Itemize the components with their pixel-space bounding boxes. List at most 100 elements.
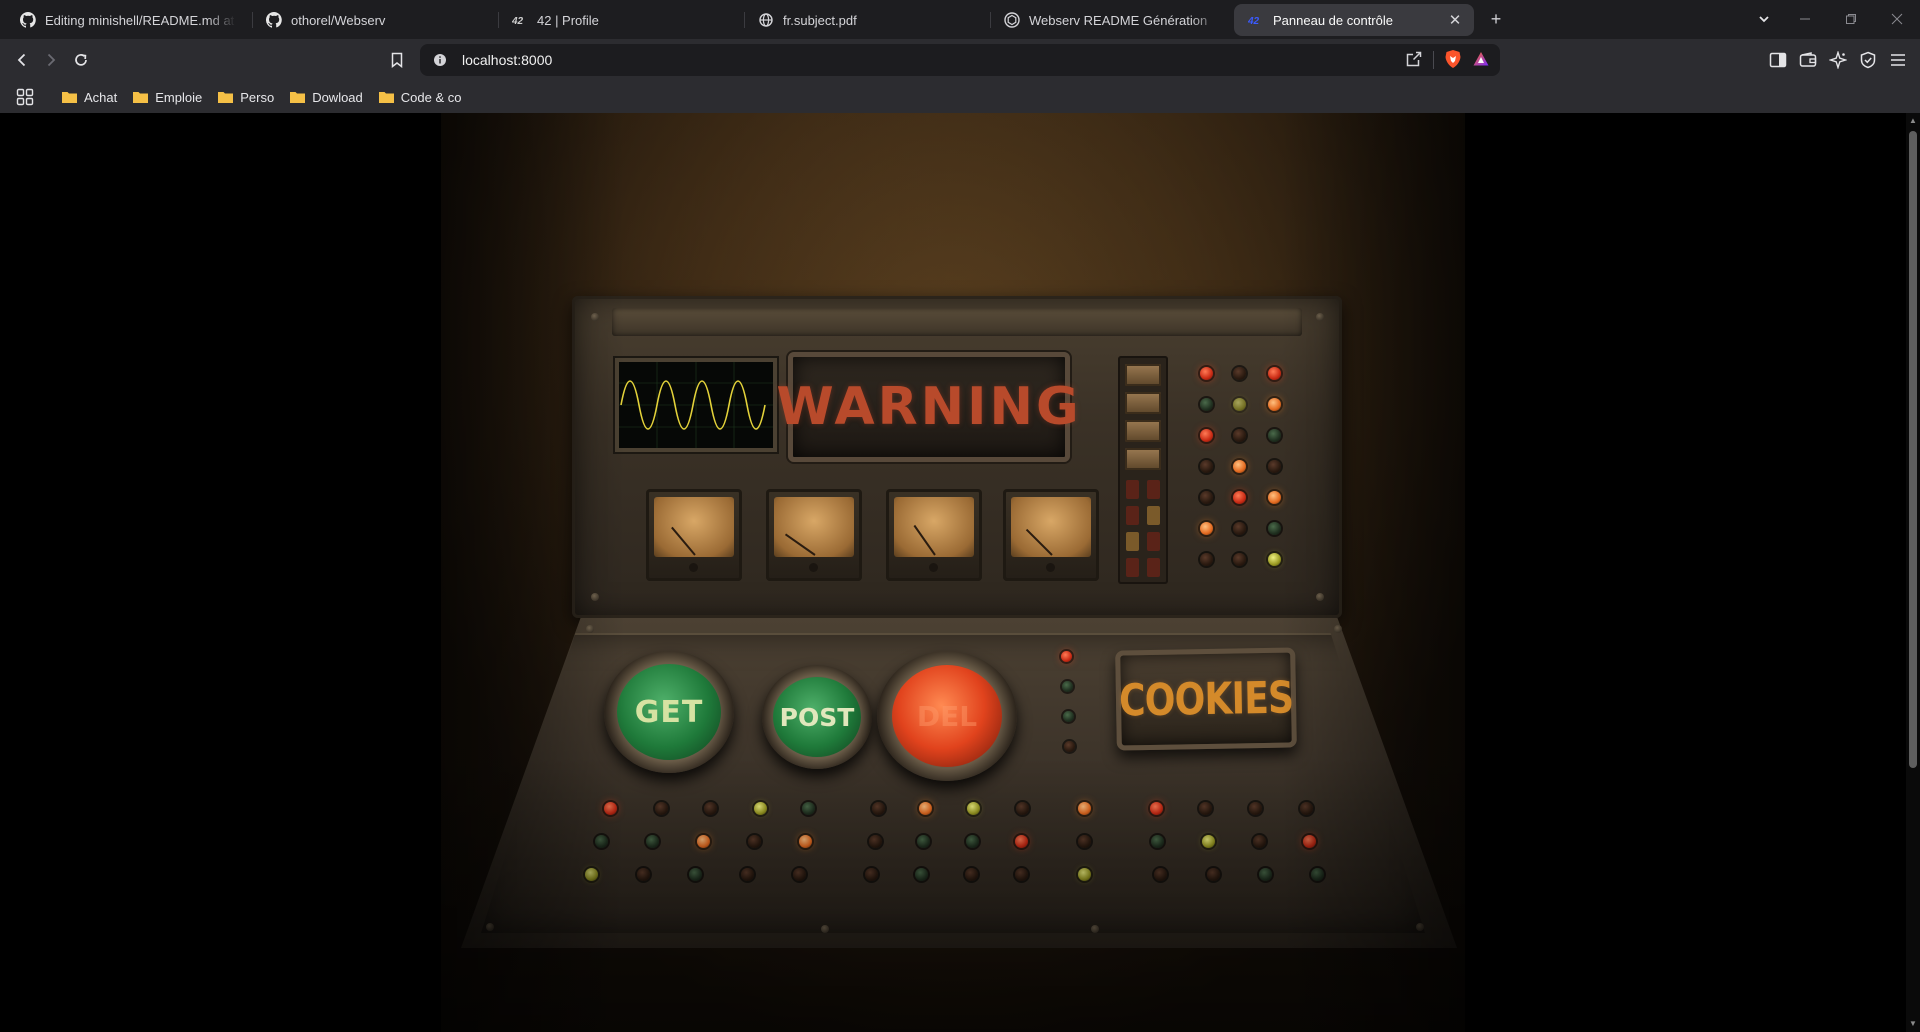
tab-othorel-webserv[interactable]: othorel/Webserv (252, 4, 492, 36)
bookmark-folder-emploie[interactable]: Emploie (133, 90, 202, 105)
indicator-light (1253, 835, 1266, 848)
restore-icon[interactable] (1829, 6, 1873, 32)
get-button[interactable]: GET (604, 651, 734, 773)
gauge-knob (809, 563, 818, 572)
back-icon[interactable] (9, 47, 35, 73)
analog-gauge (886, 489, 982, 581)
scroll-down-icon[interactable]: ▼ (1908, 1019, 1918, 1029)
indicator-light (1064, 741, 1075, 752)
indicator-light (1199, 802, 1212, 815)
minimize-icon[interactable] (1783, 6, 1827, 32)
cookies-button[interactable]: COOKIES (1115, 647, 1297, 751)
indicator-light (1268, 553, 1281, 566)
indicator-light (1200, 491, 1213, 504)
site-info-icon[interactable] (432, 52, 448, 68)
switch-bank (1118, 356, 1168, 584)
gauge-knob (929, 563, 938, 572)
fuse (1147, 532, 1160, 551)
indicator-light (585, 868, 598, 881)
indicator-light (595, 835, 608, 848)
indicator-light (799, 835, 812, 848)
sidebar-icon[interactable] (1765, 47, 1791, 73)
tab-minishell-readme[interactable]: Editing minishell/README.md at main (6, 4, 246, 36)
reload-icon[interactable] (68, 47, 94, 73)
tab-webserv-readme-generation[interactable]: Webserv README Génération (990, 4, 1230, 36)
forward-icon[interactable] (38, 47, 64, 73)
apps-grid-icon[interactable] (16, 88, 34, 106)
post-button[interactable]: POST (762, 665, 872, 769)
github-icon (20, 12, 36, 28)
rivet (591, 593, 599, 601)
delete-button[interactable]: DEL (877, 651, 1017, 781)
github-icon (266, 12, 282, 28)
tab-panneau-de-controle[interactable]: 42 Panneau de contrôle ✕ (1234, 4, 1474, 36)
indicator-light (1233, 553, 1246, 566)
tab-title: Panneau de contrôle (1273, 12, 1393, 28)
page-scrollbar[interactable]: ▲ ▼ (1906, 113, 1920, 1032)
brave-rewards-icon[interactable] (1472, 50, 1490, 71)
scrollbar-thumb[interactable] (1909, 131, 1917, 768)
indicator-light (1063, 711, 1074, 722)
indicator-light (1062, 681, 1073, 692)
fuse (1147, 480, 1160, 499)
tab-title: Editing minishell/README.md at main (45, 12, 236, 28)
tab-search-chevron-icon[interactable] (1742, 6, 1786, 32)
oscilloscope-screen (615, 358, 777, 452)
rivet (586, 625, 594, 633)
indicator-light (1202, 835, 1215, 848)
toggle-switch (1125, 392, 1161, 414)
button-cap: GET (617, 664, 721, 760)
indicator-light (965, 868, 978, 881)
tab-42-profile[interactable]: 42 42 | Profile (498, 4, 738, 36)
new-tab-button[interactable]: + (1484, 7, 1508, 31)
indicator-light (1207, 868, 1220, 881)
rivet (486, 923, 494, 931)
indicator-light (865, 868, 878, 881)
share-icon[interactable] (1405, 50, 1423, 71)
menu-icon[interactable] (1885, 47, 1911, 73)
tab-fr-subject-pdf[interactable]: fr.subject.pdf (744, 4, 984, 36)
wallet-icon[interactable] (1795, 47, 1821, 73)
button-cap: DEL (892, 665, 1002, 767)
tab-title: othorel/Webserv (291, 12, 386, 28)
indicator-light (1303, 835, 1316, 848)
gauge-face (654, 497, 734, 557)
gauge-needle (671, 526, 696, 556)
indicator-light (1249, 802, 1262, 815)
bookmark-label: Code & co (400, 89, 462, 105)
folder-icon (133, 92, 149, 103)
control-panel-image: WARNING GET POST DEL COOKIES (441, 113, 1465, 1032)
page-content: WARNING GET POST DEL COOKIES ▲ ▼ (0, 113, 1920, 1032)
close-window-icon[interactable] (1875, 6, 1919, 32)
scroll-up-icon[interactable]: ▲ (1908, 116, 1918, 126)
gauge-face (894, 497, 974, 557)
bookmark-folder-perso[interactable]: Perso (218, 90, 274, 105)
gauge-needle (1025, 528, 1053, 556)
indicator-light (604, 802, 617, 815)
toggle-switch (1125, 364, 1161, 386)
indicator-light (869, 835, 882, 848)
url-text[interactable]: localhost:8000 (462, 52, 552, 68)
bookmark-folder-dowload[interactable]: Dowload (290, 90, 363, 105)
brave-shields-icon[interactable] (1444, 49, 1462, 72)
folder-icon (62, 92, 77, 103)
globe-icon (758, 12, 774, 28)
bookmark-folder-achat[interactable]: Achat (62, 90, 117, 105)
bookmark-folder-code-and-co[interactable]: Code & co (378, 89, 462, 105)
rivet (1316, 313, 1324, 321)
close-tab-icon[interactable]: ✕ (1446, 11, 1464, 29)
indicator-light (1015, 868, 1028, 881)
toggle-switch (1125, 420, 1161, 442)
address-bar[interactable]: localhost:8000 (420, 44, 1500, 76)
fuse (1147, 558, 1160, 577)
folder-icon (378, 92, 394, 103)
gauge-needle (784, 533, 816, 556)
bookmark-label: Achat (84, 89, 118, 105)
svg-text:42: 42 (1248, 16, 1260, 27)
leo-ai-icon[interactable] (1825, 47, 1851, 73)
gauge-needle (913, 524, 936, 556)
bookmark-icon[interactable] (384, 47, 410, 73)
vpn-shield-icon[interactable] (1855, 47, 1881, 73)
indicator-light (1016, 802, 1029, 815)
indicator-light (1268, 367, 1281, 380)
